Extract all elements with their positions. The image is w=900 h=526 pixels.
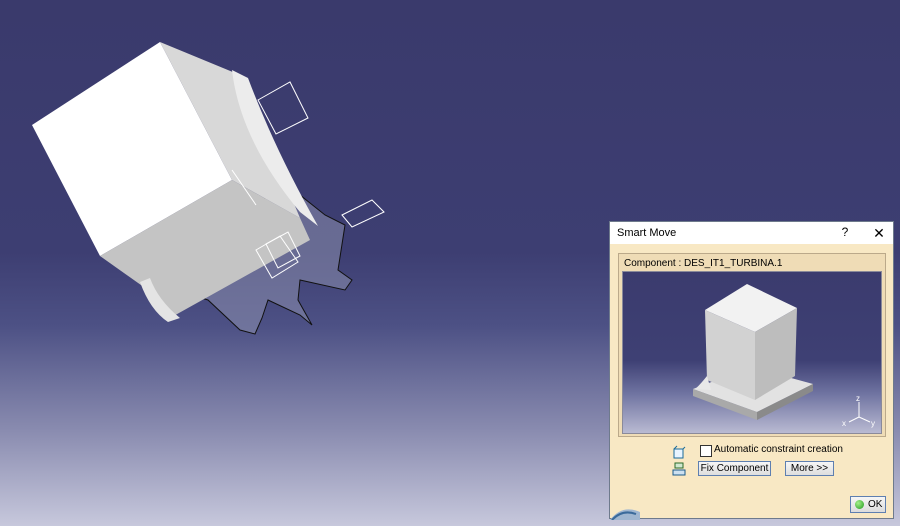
catia-logo-icon (610, 509, 640, 520)
auto-constraint-label: Automatic constraint creation (714, 444, 843, 455)
more-button[interactable]: More >> (785, 461, 834, 476)
fix-component-button[interactable]: Fix Component (698, 461, 771, 476)
ok-label: OK (868, 499, 883, 510)
ok-check-icon (855, 500, 864, 509)
wire-plane-2 (341, 199, 385, 228)
preview-axis-z-label: z (856, 394, 860, 403)
ok-button[interactable]: OK (850, 496, 886, 513)
help-button[interactable]: ? (838, 225, 852, 241)
fix-icon (672, 462, 686, 476)
preview-axis-y (858, 416, 871, 423)
constraint-icon (673, 445, 686, 459)
preview-axis-x (848, 416, 860, 423)
preview-axis-y-label: y (871, 419, 875, 428)
component-preview[interactable]: z x y (622, 271, 882, 434)
dialog-title: Smart Move (617, 227, 677, 239)
preview-axis-x-label: x (842, 419, 846, 428)
close-button[interactable]: ✕ (871, 225, 887, 241)
dialog-titlebar[interactable]: Smart Move ? ✕ (610, 222, 893, 244)
preview-scene: z x y (693, 284, 875, 428)
component-frame: Component : DES_IT1_TURBINA.1 z x y (618, 253, 886, 437)
auto-constraint-checkbox[interactable] (700, 445, 712, 457)
component-label: Component : DES_IT1_TURBINA.1 (624, 258, 783, 269)
smart-move-dialog[interactable]: Smart Move ? ✕ Component : DES_IT1_TURBI… (609, 221, 894, 520)
